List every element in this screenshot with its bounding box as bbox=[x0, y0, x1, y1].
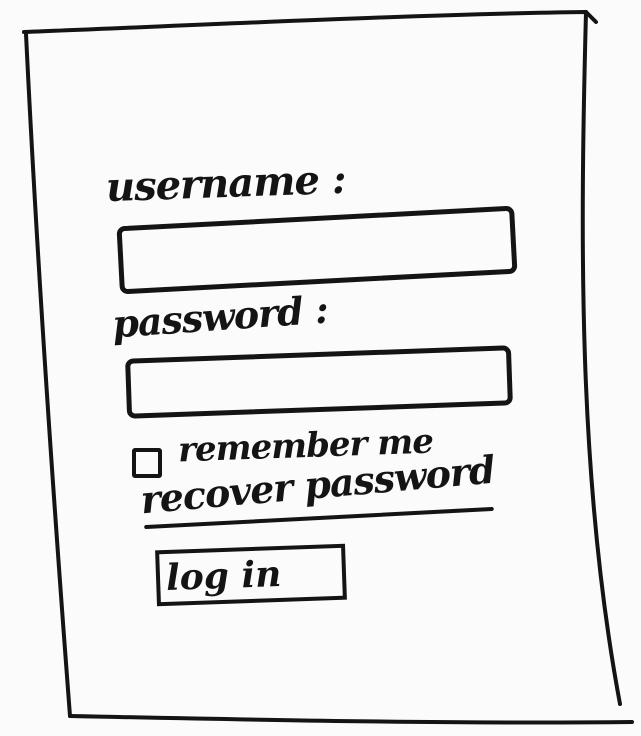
login-button[interactable]: log in bbox=[155, 543, 347, 607]
username-label: username : bbox=[105, 155, 347, 212]
remember-me-checkbox[interactable] bbox=[132, 448, 162, 478]
